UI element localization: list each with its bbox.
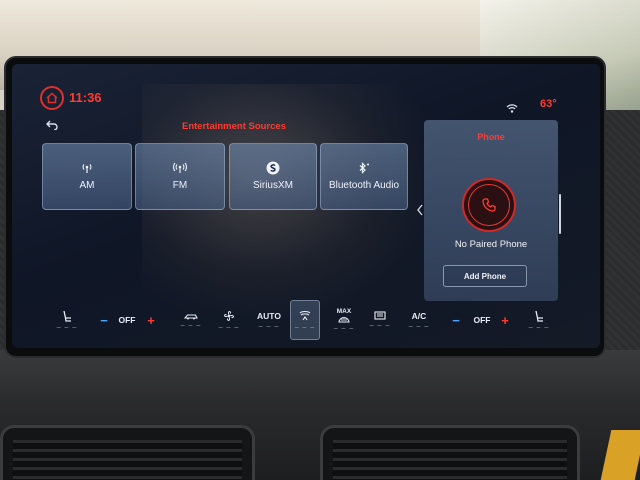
phone-button[interactable] (462, 178, 516, 232)
right-seat-heat-button[interactable]: – – – (524, 300, 554, 340)
climate-settings-icon (299, 310, 311, 320)
fan-icon (224, 310, 234, 321)
home-button[interactable] (40, 86, 64, 110)
source-tile-fm[interactable]: FM (135, 143, 225, 210)
recirc-level: – – – (180, 321, 202, 329)
fan-level: – – – (218, 323, 240, 331)
phone-status: No Paired Phone (454, 239, 528, 250)
back-arrow-icon[interactable] (46, 118, 58, 133)
ac-level: – – – (408, 322, 430, 330)
max-defrost-level: – – – (333, 325, 355, 332)
seat-heat-icon (63, 310, 71, 322)
right-temp-value: OFF (473, 315, 491, 325)
climate-bar: – – – − OFF + – – – – – – AUTO – – – – –… (12, 300, 600, 340)
auto-button[interactable]: AUTO – – – (254, 300, 284, 340)
climate-menu-level: – – – (294, 323, 316, 331)
source-label-am: AM (79, 180, 95, 191)
right-temp-down-button[interactable]: − (448, 300, 464, 340)
left-temp-down-button[interactable]: − (96, 300, 112, 340)
max-defrost-button[interactable]: MAX – – – (330, 300, 358, 340)
climate-menu-button[interactable]: – – – (290, 300, 320, 340)
ac-button[interactable]: A/C – – – (406, 300, 432, 340)
siriusxm-icon (266, 161, 280, 175)
air-recirculation-button[interactable]: – – – (180, 300, 202, 340)
source-label-bluetooth: Bluetooth Audio (328, 180, 400, 191)
phone-title: Phone (477, 132, 505, 142)
seat-heat-icon (535, 310, 543, 322)
rear-defrost-level: – – – (369, 322, 391, 329)
source-tile-bluetooth[interactable]: Bluetooth Audio (320, 143, 408, 210)
source-tile-siriusxm[interactable]: SiriusXM (229, 143, 317, 210)
am-radio-icon (81, 162, 93, 174)
phone-ring (468, 184, 510, 226)
scrollbar[interactable] (559, 194, 561, 234)
fm-radio-icon (173, 162, 187, 174)
auto-label: AUTO (257, 310, 281, 321)
seat-heat-level: – – – (528, 323, 550, 331)
add-phone-button[interactable]: Add Phone (443, 265, 527, 287)
auto-level: – – – (258, 322, 280, 330)
left-seat-heat-button[interactable]: – – – (52, 300, 82, 340)
clock: 11:36 (69, 90, 102, 105)
air-vent-right (320, 425, 580, 480)
max-label: MAX (336, 308, 352, 315)
source-label-fm: FM (172, 180, 188, 191)
phone-panel: Phone No Paired Phone Add Phone (424, 120, 558, 301)
wifi-icon (506, 100, 518, 118)
seat-heat-level: – – – (56, 323, 78, 331)
fan-button[interactable]: – – – (218, 300, 240, 340)
outside-temperature: 63° (540, 98, 557, 110)
page-title: Entertainment Sources (182, 121, 286, 132)
infotainment-screen: 11:36 Entertainment Sources 63° AM FM Si… (12, 64, 600, 348)
car-recirculation-icon (184, 313, 198, 319)
left-temp-up-button[interactable]: + (143, 300, 159, 340)
source-tile-am[interactable]: AM (42, 143, 132, 210)
phone-icon (482, 198, 496, 212)
source-label-siriusxm: SiriusXM (252, 180, 293, 191)
rear-defrost-button[interactable]: – – – (368, 300, 392, 340)
front-defrost-icon (338, 316, 350, 323)
air-vent-left (0, 425, 255, 480)
ac-label: A/C (411, 310, 427, 321)
bluetooth-icon (357, 162, 371, 174)
home-icon (46, 92, 58, 104)
left-temp-value: OFF (118, 315, 136, 325)
rear-defrost-icon (374, 311, 386, 320)
right-temp-up-button[interactable]: + (497, 300, 513, 340)
chevron-left-icon[interactable] (417, 204, 423, 219)
